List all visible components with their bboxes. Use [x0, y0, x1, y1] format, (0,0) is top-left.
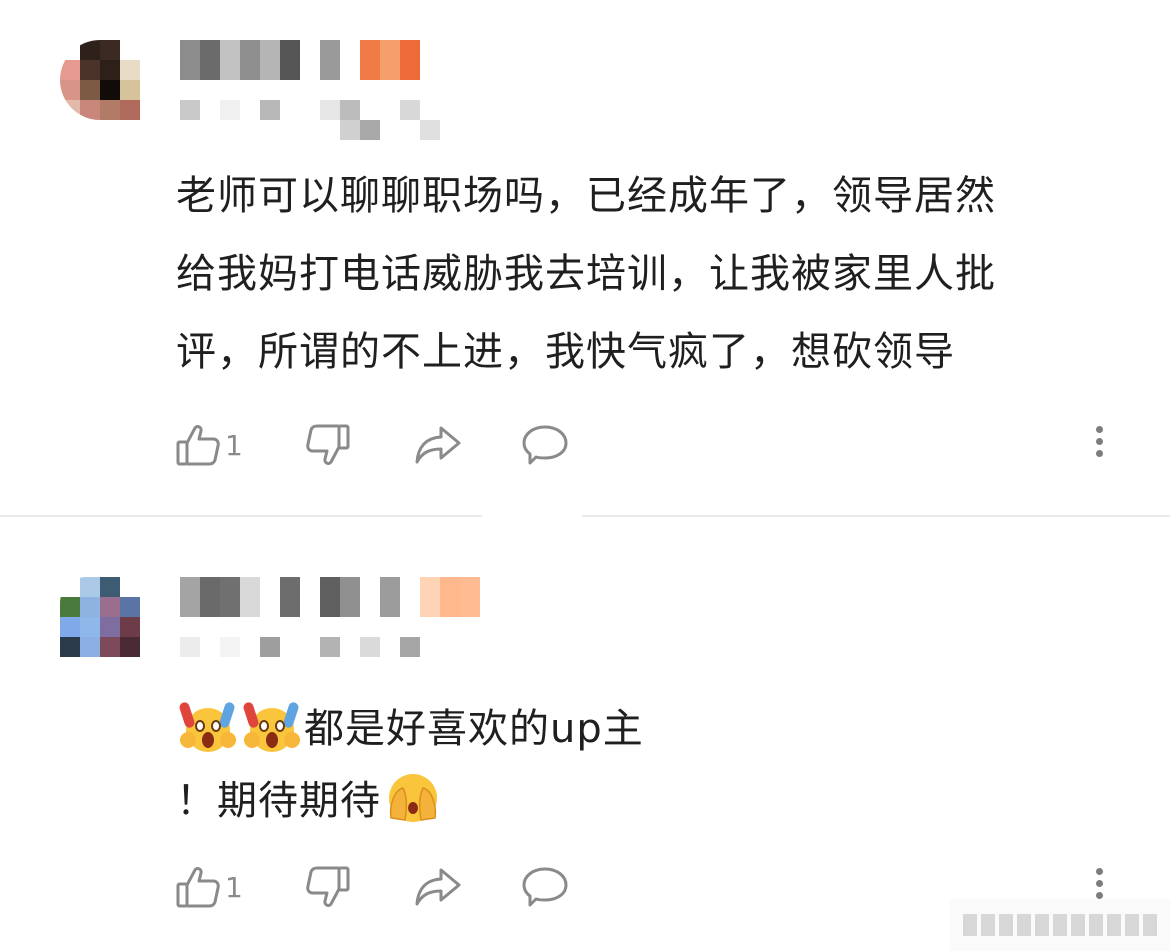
dislike-button[interactable] — [305, 420, 351, 470]
share-button[interactable] — [413, 420, 463, 470]
like-count: 1 — [225, 428, 243, 462]
more-options-button[interactable] — [1093, 426, 1105, 466]
username-masked[interactable] — [180, 577, 480, 617]
reply-bubble-icon — [522, 867, 568, 907]
reply-button[interactable] — [520, 862, 570, 912]
comment-meta-masked — [180, 100, 520, 140]
comment-meta-masked — [180, 637, 520, 677]
comment-line: ！期待期待 — [176, 765, 1106, 837]
screaming-face-emoji-icon — [243, 702, 300, 752]
reply-bubble-icon — [522, 425, 568, 465]
screaming-face-emoji-icon — [179, 702, 236, 752]
comment-line: 评，所谓的不上进，我快气疯了，想砍领导 — [176, 329, 955, 375]
thumbs-up-icon — [176, 425, 220, 466]
more-vertical-icon — [1093, 426, 1105, 457]
share-icon — [415, 426, 461, 464]
comment-line-text: ！期待期待 — [176, 778, 381, 824]
thumbs-up-icon — [176, 867, 220, 908]
comment-item: 都是好喜欢的up主 ！期待期待 1 — [0, 517, 1170, 951]
comment-text: 老师可以聊聊职场吗，已经成年了，领导居然 给我妈打电话威胁我去培训，让我被家里人… — [176, 157, 1106, 391]
comment-item: 老师可以聊聊职场吗，已经成年了，领导居然 给我妈打电话威胁我去培训，让我被家里人… — [0, 0, 1170, 515]
like-count: 1 — [225, 870, 243, 904]
thumbs-down-icon — [306, 866, 350, 907]
watermark — [950, 899, 1170, 951]
username-masked[interactable] — [180, 40, 420, 80]
comment-line-text: 都是好喜欢的up主 — [304, 706, 644, 752]
dislike-button[interactable] — [305, 862, 351, 912]
thumbs-down-icon — [306, 424, 350, 465]
comment-line: 老师可以聊聊职场吗，已经成年了，领导居然 — [176, 173, 996, 219]
share-button[interactable] — [413, 862, 463, 912]
avatar[interactable] — [60, 577, 140, 657]
avatar[interactable] — [60, 40, 140, 120]
comment-line: 都是好喜欢的up主 — [176, 693, 1106, 765]
comment-text: 都是好喜欢的up主 ！期待期待 — [176, 693, 1106, 837]
share-icon — [415, 868, 461, 906]
covering-face-emoji-icon — [389, 774, 437, 822]
comment-line: 给我妈打电话威胁我去培训，让我被家里人批 — [176, 251, 996, 297]
like-button[interactable]: 1 — [175, 420, 243, 470]
reply-button[interactable] — [520, 420, 570, 470]
comment-actions: 1 — [175, 420, 1105, 470]
like-button[interactable]: 1 — [175, 862, 243, 912]
more-vertical-icon — [1093, 868, 1105, 899]
